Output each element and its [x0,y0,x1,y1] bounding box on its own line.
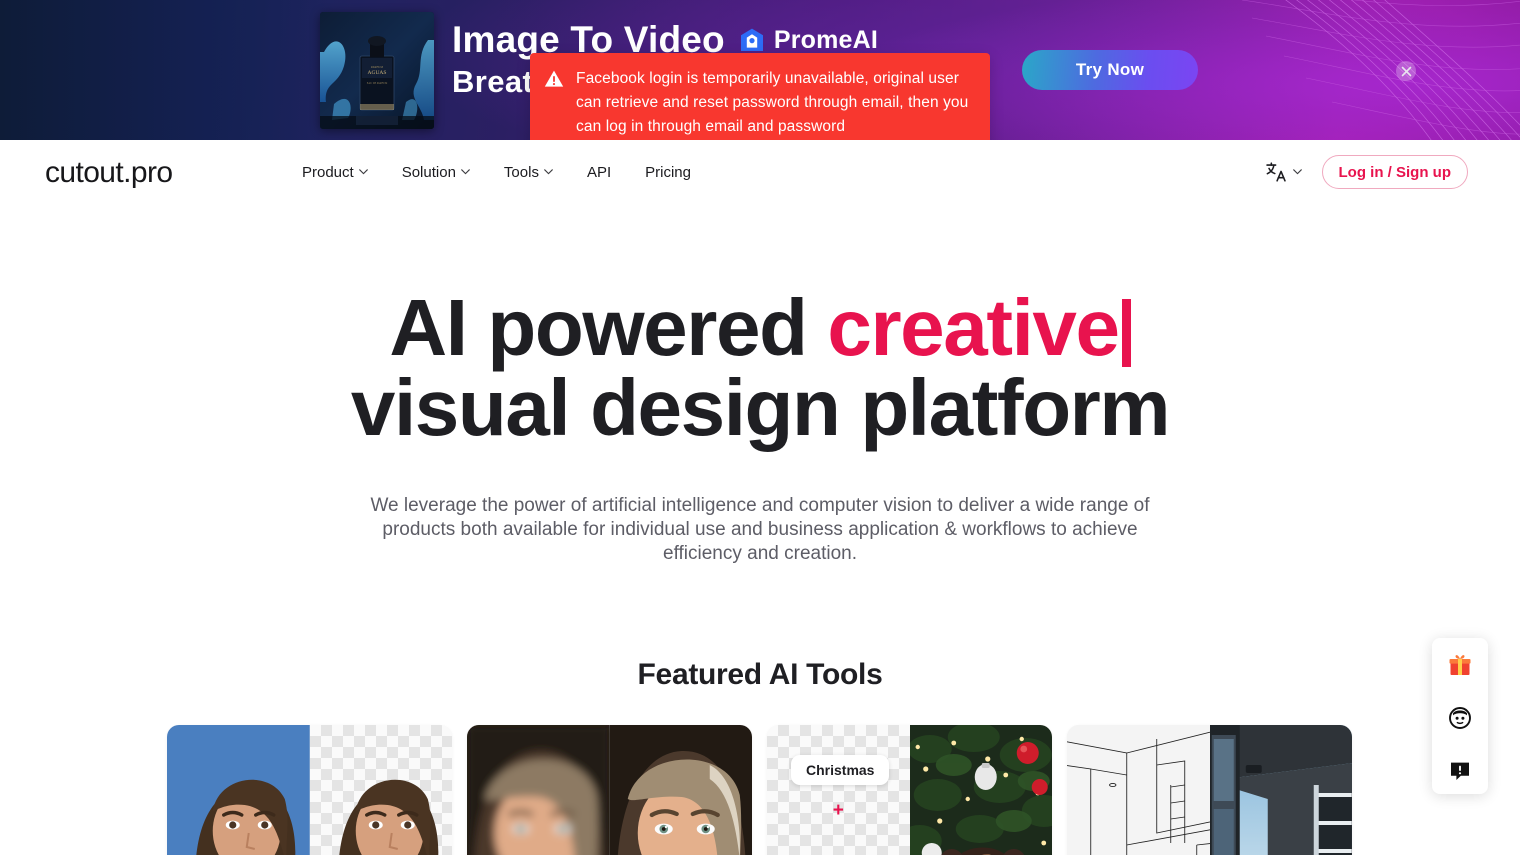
architecture-line-sketch [1067,725,1210,855]
chevron-down-icon [358,169,368,175]
nav-item-api[interactable]: API [587,164,611,181]
portrait-blurred [467,725,610,855]
nav-label-api: API [586,163,612,181]
svg-text:PARFUM: PARFUM [371,65,383,69]
prompt-chip: Christmas [791,755,890,785]
plus-symbol: + [832,800,844,821]
warning-triangle-icon [544,69,564,89]
hero-section: AI powered creative visual design platfo… [0,204,1520,566]
svg-text:AGUAS: AGUAS [368,70,387,76]
nav-label-solution: Solution [401,163,456,181]
portrait-sharpened [609,725,752,855]
typing-caret [1121,299,1131,367]
tool-card-photo-enhancer[interactable] [467,725,752,855]
try-now-button[interactable]: Try Now [1022,50,1198,90]
chevron-down-icon [461,169,470,175]
nav-label-pricing: Pricing [645,163,691,181]
customer-service-icon-glyph [1449,707,1471,729]
tool-card-ai-background-generator[interactable]: Christmas + [767,725,1052,855]
close-icon [1401,66,1411,76]
banner-close-button[interactable] [1396,61,1416,81]
promeai-house-logo-icon [740,28,763,52]
feedback-icon[interactable] [1447,758,1473,784]
nav-item-solution[interactable]: Solution [402,164,470,181]
nav-item-product[interactable]: Product [302,164,368,181]
language-selector[interactable] [1265,161,1302,183]
toast-message: Facebook login is temporarily unavailabl… [576,70,969,135]
customer-service-icon[interactable] [1447,705,1473,731]
translate-icon [1265,162,1286,182]
error-toast: Facebook login is temporarily unavailabl… [530,53,990,140]
nav-item-tools[interactable]: Tools [504,164,553,181]
tool-card-sketch-to-render[interactable] [1067,725,1352,855]
feedback-icon-glyph [1451,762,1469,780]
christmas-tree-scene [909,725,1052,855]
chevron-down-icon [1292,169,1302,175]
svg-text:EAU DE PARFUM: EAU DE PARFUM [367,82,388,85]
gift-icon[interactable] [1447,652,1473,678]
perfume-bottle-image: AGUAS PARFUM EAU DE PARFUM [320,12,434,129]
brand-logo[interactable]: cutout.pro [45,158,173,188]
site-header: cutout.pro Product Solution Tools API Pr… [0,140,1520,204]
hero-title-line2: visual design platform [350,363,1171,452]
featured-tools-section: Featured AI Tools Christmas + [0,658,1520,855]
floating-toolbar [1432,638,1488,794]
hero-subtitle: We leverage the power of artificial inte… [370,495,1150,564]
portrait-cutout-checkerboard: Christmas + [767,725,910,855]
chevron-down-icon [544,169,553,175]
hero-title: AI powered creative visual design platfo… [0,288,1520,448]
hero-title-accent: creative [827,283,1120,372]
tool-card-background-remover[interactable] [167,725,452,855]
architecture-photo-render [1209,725,1352,855]
login-signup-button[interactable]: Log in / Sign up [1321,155,1468,189]
promeai-brand-name: PromeAI [773,25,879,54]
hero-title-part1: AI powered [389,283,828,372]
gift-icon-glyph [1449,655,1471,675]
main-navigation: Product Solution Tools API Pricing [302,140,725,204]
portrait-transparent-checkerboard [309,725,452,855]
promeai-brand: PromeAI [739,26,878,55]
featured-heading: Featured AI Tools [637,658,883,691]
header-right-actions: Log in / Sign up [1265,140,1468,204]
nav-label-product: Product [302,163,354,181]
nav-item-pricing[interactable]: Pricing [645,164,691,181]
nav-label-tools: Tools [503,163,539,181]
featured-cards-row: Christmas + [167,725,1353,855]
portrait-blue-background [167,725,310,855]
promo-banner[interactable]: AGUAS PARFUM EAU DE PARFUM Image To Vide… [0,0,1520,140]
